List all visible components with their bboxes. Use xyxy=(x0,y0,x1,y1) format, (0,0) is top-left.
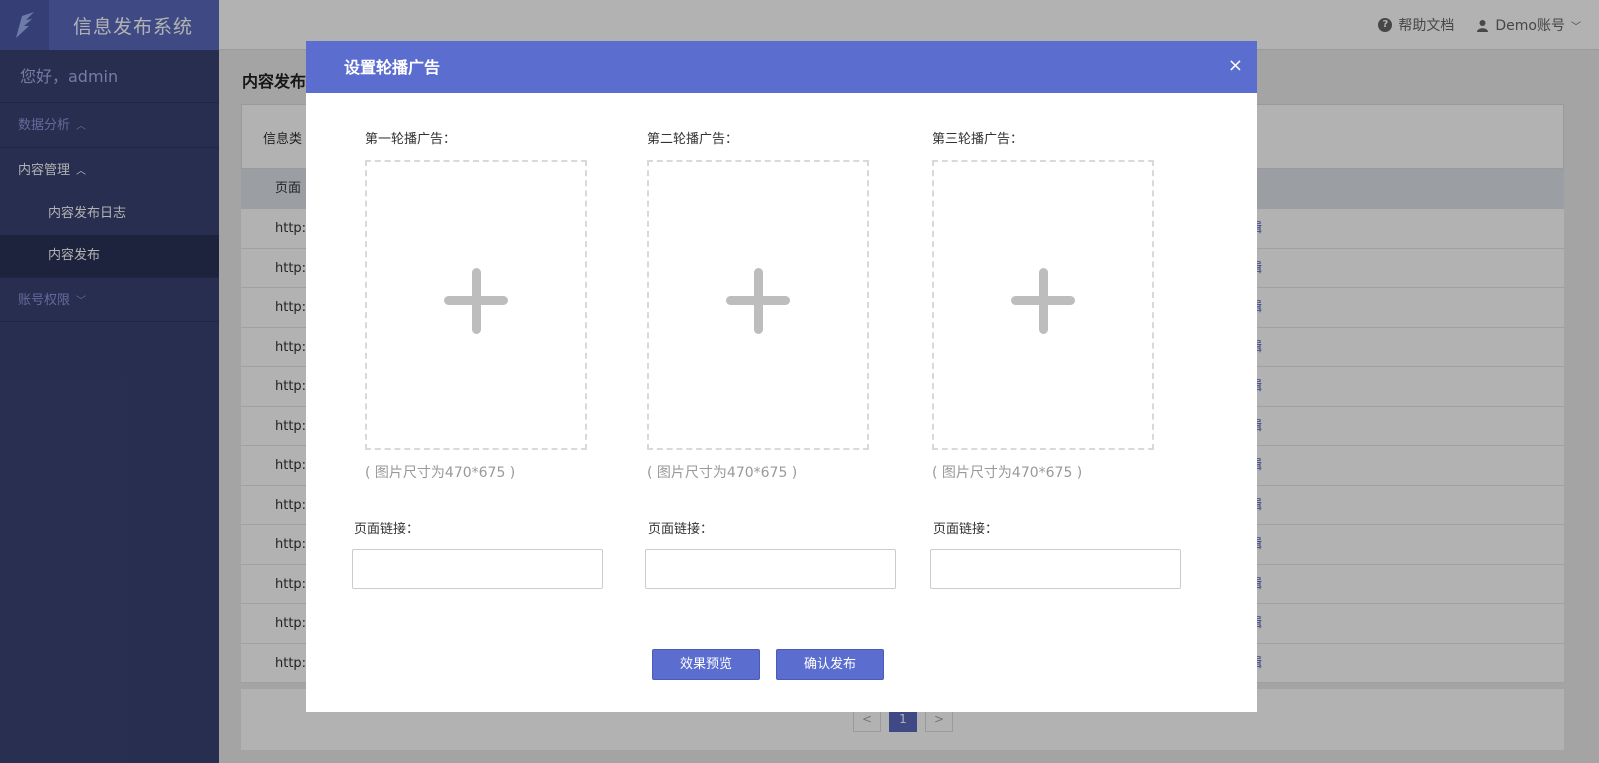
slot-2-link-input[interactable] xyxy=(645,549,896,589)
slot-3-image-upload[interactable] xyxy=(932,160,1154,450)
publish-button[interactable]: 确认发布 xyxy=(776,649,884,680)
preview-button[interactable]: 效果预览 xyxy=(652,649,760,680)
plus-icon-stroke xyxy=(753,268,763,334)
slot-1-link-input[interactable] xyxy=(352,549,603,589)
slot-1-image-upload[interactable] xyxy=(365,160,587,450)
slot-3-size-hint: ( 图片尺寸为470*675 ) xyxy=(932,465,1083,481)
slot-3-label: 第三轮播广告： xyxy=(932,132,1024,147)
slot-2-label: 第二轮播广告： xyxy=(647,132,739,147)
slot-2-image-upload[interactable] xyxy=(647,160,869,450)
slot-3-link-input[interactable] xyxy=(930,549,1181,589)
slot-2-link-label: 页面链接： xyxy=(648,522,714,537)
carousel-ad-dialog: 设置轮播广告 × 第一轮播广告： ( 图片尺寸为470*675 ) 页面链接： … xyxy=(306,41,1257,712)
slot-1-label: 第一轮播广告： xyxy=(365,132,457,147)
dialog-header: 设置轮播广告 × xyxy=(306,41,1257,93)
plus-icon-stroke xyxy=(471,268,481,334)
plus-icon-stroke xyxy=(1038,268,1048,334)
slot-3-link-label: 页面链接： xyxy=(933,522,999,537)
slot-1-link-label: 页面链接： xyxy=(354,522,420,537)
dialog-title: 设置轮播广告 xyxy=(344,58,441,77)
close-icon[interactable]: × xyxy=(1228,57,1243,75)
slot-1-size-hint: ( 图片尺寸为470*675 ) xyxy=(365,465,516,481)
slot-2-size-hint: ( 图片尺寸为470*675 ) xyxy=(647,465,798,481)
